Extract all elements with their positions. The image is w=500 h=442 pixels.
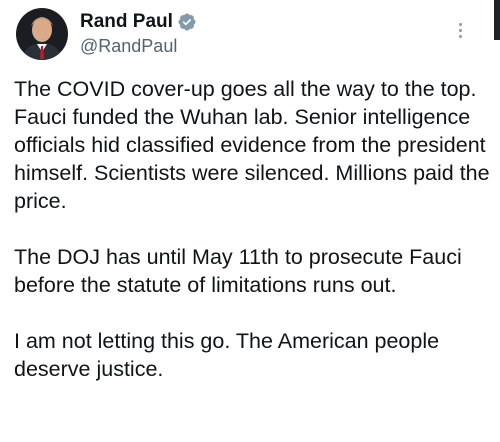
avatar[interactable] bbox=[16, 8, 68, 60]
more-options-icon[interactable] bbox=[450, 18, 470, 42]
tweet-text: The COVID cover-up goes all the way to t… bbox=[14, 76, 490, 383]
dot bbox=[458, 34, 462, 38]
edge-scrollbar bbox=[494, 0, 500, 40]
tweet-paragraph: The DOJ has until May 11th to prosecute … bbox=[14, 244, 462, 297]
tweet-card: Rand Paul @RandPaul The COVID cover-up g… bbox=[0, 0, 500, 442]
avatar-image bbox=[16, 8, 68, 60]
verified-badge-icon bbox=[177, 12, 197, 32]
tweet-paragraph: I am not letting this go. The American p… bbox=[14, 328, 440, 381]
tweet-header: Rand Paul @RandPaul bbox=[14, 6, 486, 62]
name-row: Rand Paul bbox=[80, 11, 197, 34]
display-name[interactable]: Rand Paul bbox=[80, 11, 173, 34]
dot bbox=[458, 22, 462, 26]
tweet-paragraph: The COVID cover-up goes all the way to t… bbox=[14, 77, 490, 213]
author-handle[interactable]: @RandPaul bbox=[80, 36, 197, 58]
dot bbox=[458, 28, 462, 32]
author-names: Rand Paul @RandPaul bbox=[80, 11, 197, 57]
